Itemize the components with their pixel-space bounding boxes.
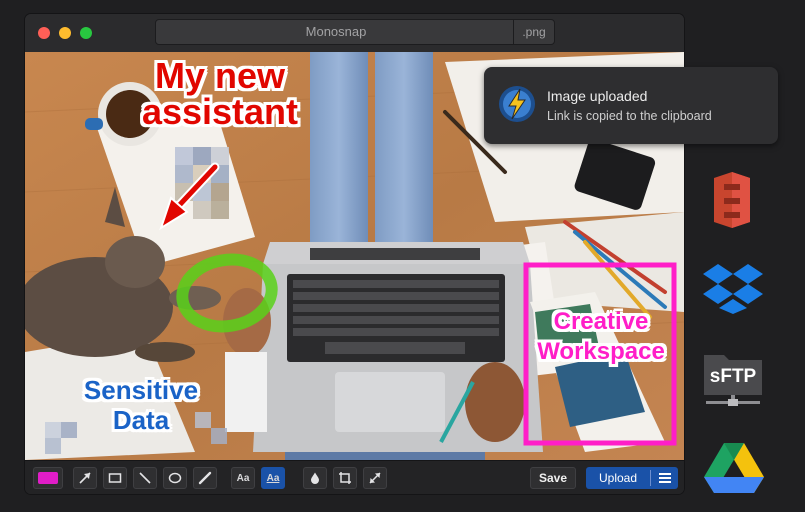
annotation-line: Creative	[553, 308, 649, 335]
blur-tool-button[interactable]	[303, 467, 327, 489]
text-tool-button[interactable]: Aa	[231, 467, 255, 489]
rectangle-icon	[108, 473, 122, 483]
rectangle-tool-button[interactable]	[103, 467, 127, 489]
ellipse-tool-button[interactable]	[163, 467, 187, 489]
file-extension: .png	[513, 20, 554, 44]
minimize-window-button[interactable]	[59, 27, 71, 39]
upload-divider	[650, 470, 651, 486]
outlined-text-tool-button[interactable]: Aa	[261, 467, 285, 489]
annotation-line: Data	[112, 405, 170, 435]
annotation-line: assistant	[141, 91, 299, 132]
notification-subtitle: Link is copied to the clipboard	[547, 109, 712, 123]
title-bar: Monosnap .png	[25, 14, 684, 52]
color-picker-button[interactable]	[33, 467, 63, 489]
pen-icon	[198, 471, 212, 485]
monosnap-lightning-icon	[499, 86, 535, 122]
upload-menu-button[interactable]	[656, 467, 674, 490]
arrow-tool-button[interactable]	[73, 467, 97, 489]
arrow-icon	[79, 472, 91, 484]
line-tool-button[interactable]	[133, 467, 157, 489]
google-drive-icon[interactable]	[704, 441, 764, 493]
editor-toolbar: Aa Aa Save Upload	[25, 460, 684, 494]
crop-icon	[339, 472, 351, 484]
save-button[interactable]: Save	[530, 467, 576, 489]
zoom-window-button[interactable]	[80, 27, 92, 39]
amazon-s3-icon[interactable]	[706, 170, 758, 230]
sftp-icon[interactable]: sFTP	[702, 349, 764, 409]
filename-field[interactable]: Monosnap .png	[155, 19, 555, 45]
upload-label: Upload	[598, 471, 638, 485]
filename-input[interactable]: Monosnap	[156, 20, 516, 44]
annotation-line: Sensitive	[83, 375, 199, 405]
text-icon: Aa	[236, 472, 250, 484]
upload-notification[interactable]: Image uploaded Link is copied to the cli…	[484, 67, 778, 144]
text-outline-icon: Aa	[266, 472, 280, 484]
blur-icon	[311, 472, 319, 484]
annotation-text-red[interactable]: My new assistant	[120, 58, 320, 130]
dropbox-icon[interactable]	[703, 262, 763, 314]
annotation-line: My new	[154, 55, 286, 96]
resize-tool-button[interactable]	[363, 467, 387, 489]
color-swatch	[38, 472, 58, 484]
annotation-line: Workspace	[537, 338, 665, 365]
resize-icon	[369, 472, 381, 484]
crop-tool-button[interactable]	[333, 467, 357, 489]
notification-title: Image uploaded	[547, 88, 648, 104]
annotation-text-pink[interactable]: Creative Workspace	[521, 310, 681, 370]
hamburger-menu-icon	[659, 473, 671, 483]
close-window-button[interactable]	[38, 27, 50, 39]
pen-tool-button[interactable]	[193, 467, 217, 489]
line-icon	[139, 472, 151, 484]
annotation-text-blue[interactable]: Sensitive Data	[61, 377, 221, 437]
ellipse-icon	[168, 472, 182, 484]
sftp-label: sFTP	[709, 366, 757, 387]
upload-button[interactable]: Upload	[586, 467, 678, 489]
